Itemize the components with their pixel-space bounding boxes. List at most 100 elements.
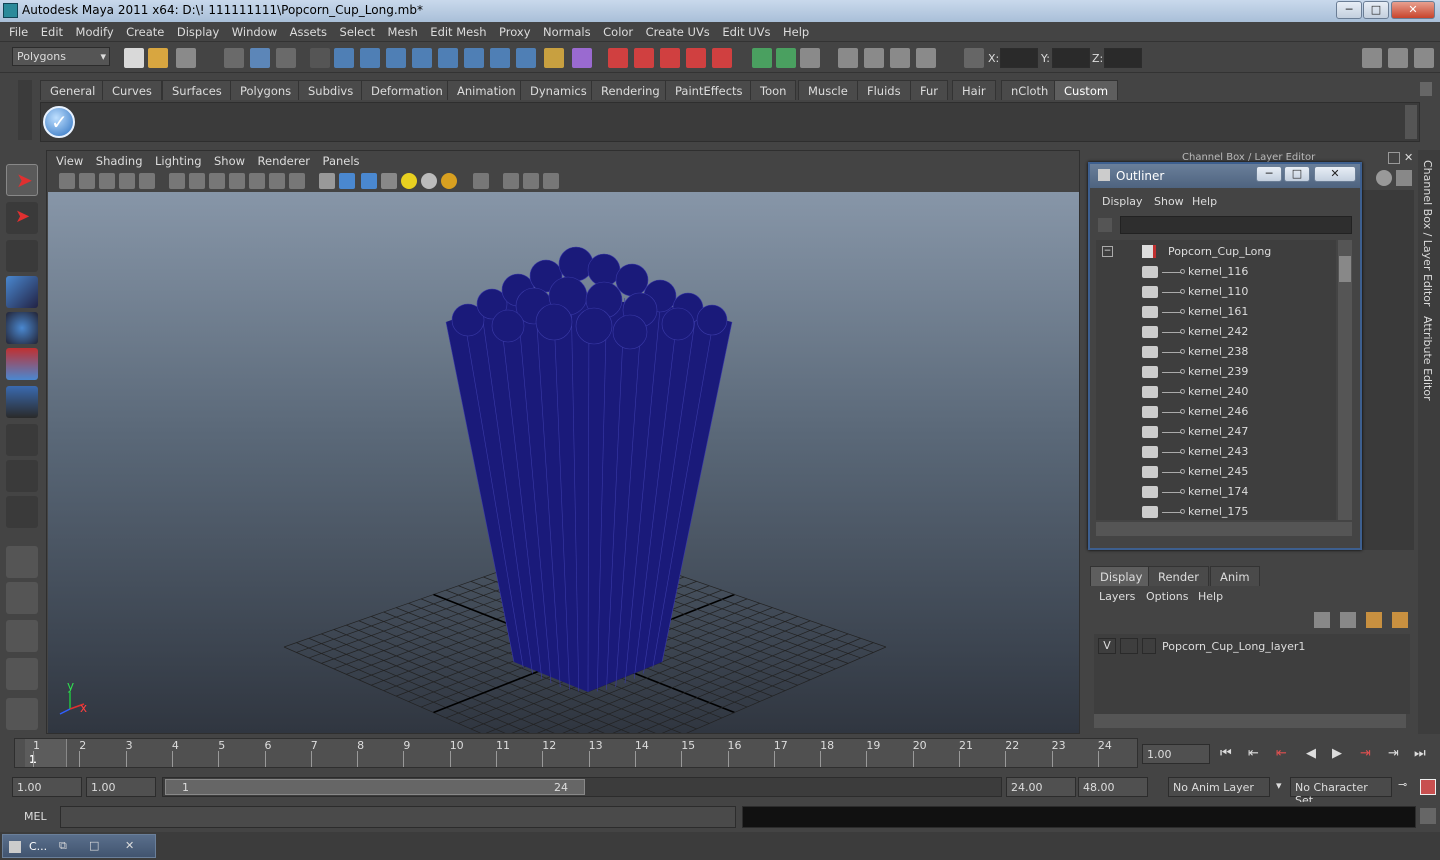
- xray-icon[interactable]: [503, 173, 519, 189]
- step-back-frame-icon[interactable]: ⇤: [1248, 746, 1259, 761]
- shelf-tab-fur[interactable]: Fur: [910, 80, 949, 100]
- move-tool-icon[interactable]: [6, 276, 38, 308]
- time-ruler[interactable]: 1 12345678910111213141516171819202122232…: [14, 738, 1138, 768]
- x-coordinate-input[interactable]: [1000, 48, 1038, 68]
- playback-start-field[interactable]: 1.00: [86, 777, 156, 797]
- new-layer-from-selection-icon[interactable]: [1392, 612, 1408, 628]
- current-time-field[interactable]: 1.00: [1142, 744, 1210, 764]
- shelf-tab-subdivs[interactable]: Subdivs: [298, 80, 364, 100]
- absolute-transform-icon[interactable]: [964, 48, 984, 68]
- smooth-shade-icon[interactable]: [339, 173, 355, 189]
- render-settings-icon[interactable]: [916, 48, 936, 68]
- layer-color-swatch[interactable]: [1142, 638, 1156, 654]
- close-panel-icon[interactable]: ✕: [1404, 152, 1416, 164]
- layer-display-type-toggle[interactable]: [1120, 638, 1138, 654]
- menu-display[interactable]: Display: [177, 22, 219, 39]
- two-d-pan-zoom-icon[interactable]: [139, 173, 155, 189]
- safe-title-icon[interactable]: [289, 173, 305, 189]
- outliner-item-kernel-175[interactable]: kernel_175: [1096, 502, 1336, 520]
- viewport-menu-renderer[interactable]: Renderer: [258, 151, 311, 168]
- all-lights-icon[interactable]: [421, 173, 437, 189]
- snap-to-points-icon[interactable]: [660, 48, 680, 68]
- select-tool-icon[interactable]: ➤: [6, 164, 38, 196]
- select-handles-icon[interactable]: [334, 48, 354, 68]
- shelf-tab-deformation[interactable]: Deformation: [361, 80, 453, 100]
- single-pane-layout-icon[interactable]: [6, 546, 38, 578]
- viewport-menu-show[interactable]: Show: [214, 151, 245, 168]
- viewport-menu-lighting[interactable]: Lighting: [155, 151, 201, 168]
- rotate-tool-icon[interactable]: [6, 312, 38, 344]
- shelf-tab-curves[interactable]: Curves: [102, 80, 162, 100]
- minimize-button[interactable]: ─: [1336, 1, 1362, 19]
- menu-set-dropdown[interactable]: Polygons ▾: [12, 47, 110, 66]
- character-set-dropdown[interactable]: No Character Set: [1290, 777, 1392, 807]
- animation-end-field[interactable]: 48.00: [1078, 777, 1148, 797]
- shelf-tab-hair[interactable]: Hair: [952, 80, 996, 100]
- play-forwards-icon[interactable]: ▶: [1332, 746, 1342, 761]
- select-dynamics-icon[interactable]: [464, 48, 484, 68]
- maximize-icon[interactable]: □: [89, 839, 99, 852]
- show-manipulator-icon[interactable]: [6, 460, 38, 492]
- select-camera-icon[interactable]: [59, 173, 75, 189]
- range-track[interactable]: 1 24: [162, 777, 1002, 797]
- float-panel-icon[interactable]: [1388, 152, 1400, 164]
- show-hide-channel-box-icon[interactable]: [1414, 48, 1434, 68]
- collapse-toggle-icon[interactable]: −: [1102, 246, 1113, 257]
- viewport-menu-view[interactable]: View: [56, 151, 83, 168]
- step-forward-key-icon[interactable]: ⇥: [1360, 746, 1371, 761]
- hypershade-layout-icon[interactable]: [6, 698, 38, 730]
- safe-action-icon[interactable]: [269, 173, 285, 189]
- animation-start-field[interactable]: 1.00: [12, 777, 82, 797]
- maximize-button[interactable]: □: [1363, 1, 1389, 19]
- menu-create[interactable]: Create: [126, 22, 164, 39]
- outliner-item-kernel-110[interactable]: kernel_110: [1096, 282, 1336, 302]
- menu-window[interactable]: Window: [232, 22, 277, 39]
- outliner-title-bar[interactable]: Outliner ─ □ ✕: [1090, 164, 1360, 188]
- image-plane-icon[interactable]: [119, 173, 135, 189]
- outliner-item-kernel-240[interactable]: kernel_240: [1096, 382, 1336, 402]
- restore-icon[interactable]: ⧉: [59, 839, 67, 853]
- backface-culling-icon[interactable]: [543, 173, 559, 189]
- close-icon[interactable]: ✕: [125, 839, 134, 852]
- y-coordinate-input[interactable]: [1052, 48, 1090, 68]
- select-deformations-icon[interactable]: [438, 48, 458, 68]
- menu-assets[interactable]: Assets: [290, 22, 327, 39]
- outliner-persp-layout-icon[interactable]: [6, 620, 38, 652]
- outliner-item-kernel-161[interactable]: kernel_161: [1096, 302, 1336, 322]
- xray-joints-icon[interactable]: [523, 173, 539, 189]
- viewport-menu-panels[interactable]: Panels: [323, 151, 360, 168]
- menu-edit-uvs[interactable]: Edit UVs: [722, 22, 770, 39]
- layer-menu-options[interactable]: Options: [1146, 590, 1188, 603]
- channel-box-pin-icon[interactable]: [1396, 170, 1412, 186]
- outliner-horizontal-scrollbar[interactable]: [1096, 522, 1352, 536]
- wireframe-on-shaded-icon[interactable]: [361, 173, 377, 189]
- shelf-tab-custom[interactable]: Custom: [1054, 80, 1119, 100]
- outliner-item-kernel-242[interactable]: kernel_242: [1096, 322, 1336, 342]
- snap-to-grid-icon[interactable]: [608, 48, 628, 68]
- scale-tool-icon[interactable]: [6, 348, 38, 380]
- current-frame-marker[interactable]: 1: [25, 739, 67, 767]
- bookmarks-icon[interactable]: [99, 173, 115, 189]
- graph-persp-layout-icon[interactable]: [6, 658, 38, 690]
- camera-attributes-icon[interactable]: [79, 173, 95, 189]
- outliner-search-input[interactable]: [1120, 216, 1352, 234]
- shelf-scroll-arrows[interactable]: [1405, 105, 1417, 139]
- shelf-tab-toon[interactable]: Toon: [750, 80, 797, 100]
- layer-menu-help[interactable]: Help: [1198, 590, 1223, 603]
- minimized-window[interactable]: C... ⧉ □ ✕: [2, 834, 156, 858]
- layer-tab-anim[interactable]: Anim: [1210, 566, 1260, 586]
- step-back-key-icon[interactable]: ⇤: [1276, 746, 1287, 761]
- channel-box-side-tab[interactable]: Channel Box / Layer Editor: [1421, 160, 1434, 307]
- perspective-viewport[interactable]: y x: [48, 192, 1079, 779]
- move-layer-down-icon[interactable]: [1340, 612, 1356, 628]
- lasso-tool-icon[interactable]: ➤: [6, 202, 38, 234]
- shelf-menu-handle[interactable]: [18, 80, 32, 140]
- outliner-menu-help[interactable]: Help: [1192, 195, 1217, 208]
- move-layer-up-icon[interactable]: [1314, 612, 1330, 628]
- anim-layer-chevron-icon[interactable]: ▾: [1276, 779, 1282, 792]
- outliner-item-kernel-116[interactable]: kernel_116: [1096, 262, 1336, 282]
- menu-modify[interactable]: Modify: [76, 22, 114, 39]
- select-rendering-icon[interactable]: [490, 48, 510, 68]
- layer-horizontal-scrollbar[interactable]: [1094, 714, 1406, 728]
- output-operations-icon[interactable]: [776, 48, 796, 68]
